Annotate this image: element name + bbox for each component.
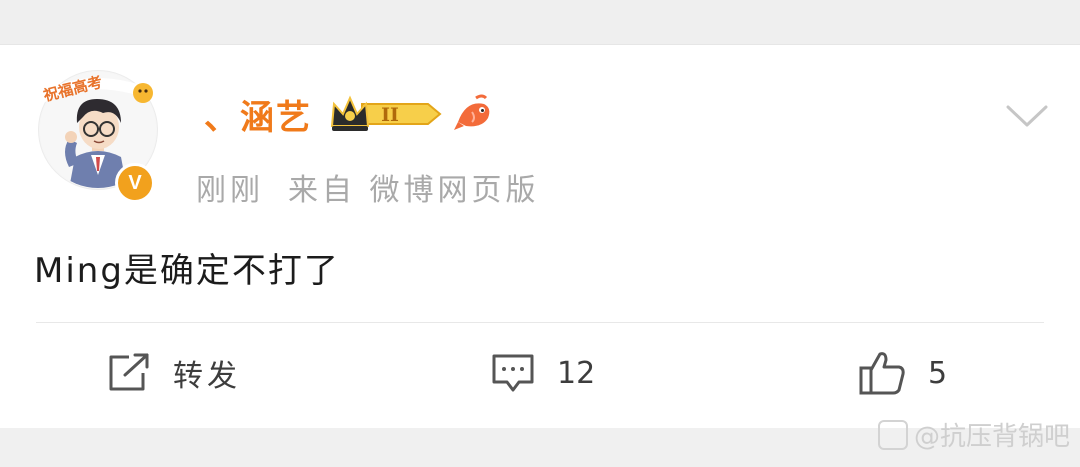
comment-count: 12 <box>557 355 596 391</box>
username-row: 、涵艺 II <box>204 90 496 139</box>
repost-button[interactable]: 转发 <box>107 350 241 396</box>
post-timestamp: 刚刚 <box>196 173 264 208</box>
divider <box>36 322 1044 323</box>
repost-label: 转发 <box>173 359 241 394</box>
thumbs-up-icon <box>859 352 905 395</box>
post-meta: 刚刚 来自 微博网页版 <box>196 165 540 209</box>
fish-icon <box>454 94 490 130</box>
comment-button[interactable]: 12 <box>491 350 595 396</box>
weibo-post-card: 祝福高考 V 、涵艺 II 刚刚 来自 微博网页版 Ming是确定不打了 转发 … <box>0 45 1080 428</box>
crown-badge-icon[interactable]: II <box>328 92 444 136</box>
level-badge-text: II <box>381 104 399 126</box>
repost-icon <box>109 353 149 391</box>
previous-post-edge <box>0 0 1080 45</box>
like-button[interactable]: 5 <box>858 350 947 396</box>
weibo-watermark-icon <box>877 419 908 450</box>
watermark: @抗压背锅吧 <box>877 416 1070 453</box>
verified-v-icon: V <box>115 163 155 203</box>
username[interactable]: 、涵艺 <box>204 90 312 139</box>
like-count: 5 <box>928 355 948 391</box>
post-content: Ming是确定不打了 <box>34 251 340 291</box>
post-source: 来自 微博网页版 <box>288 173 540 208</box>
watermark-text: @抗压背锅吧 <box>913 422 1070 452</box>
chevron-down-icon[interactable] <box>1005 103 1049 129</box>
comment-icon <box>492 354 534 392</box>
